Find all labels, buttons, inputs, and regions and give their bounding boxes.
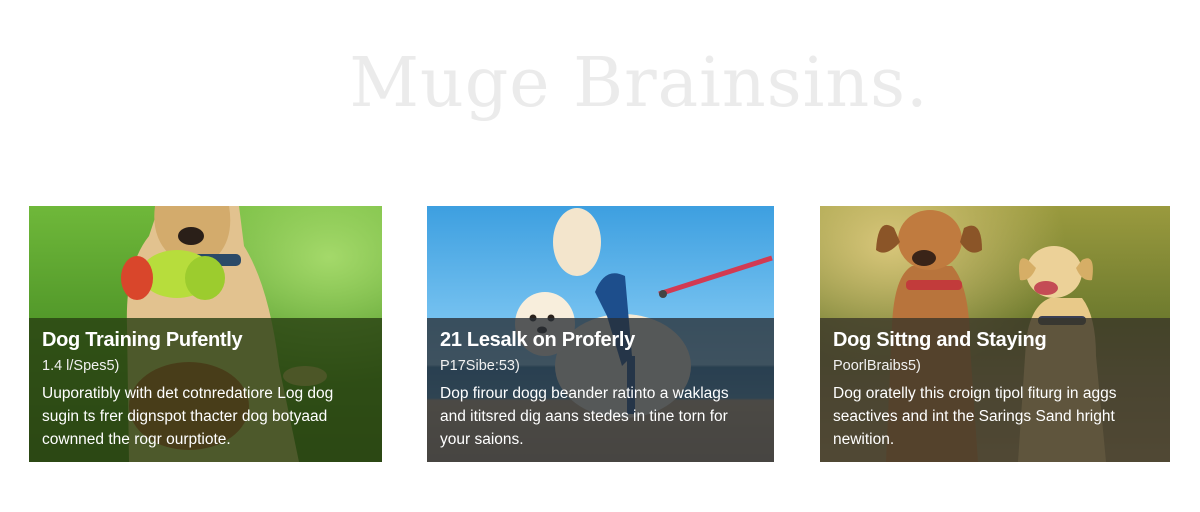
card-description-line: Dop firour dogg beander ratinto a waklag… <box>440 385 729 402</box>
card-description: Uuporatibly with det cotnredatiore Log d… <box>42 382 370 451</box>
card-overlay: Dog Sittng and Staying PoorlBraibs5) Dog… <box>820 318 1170 462</box>
card-meta: 1.4 l/Spes5) <box>42 358 120 374</box>
card-description-line: cownned the rogr ourptiote. <box>42 431 231 448</box>
card-dog-training[interactable]: Dog Training Pufently 1.4 l/Spes5) Uupor… <box>29 206 382 462</box>
card-description-line: Uuporatibly with det cotnredatiore Log d… <box>42 385 334 402</box>
card-description-line: and ititsred dig aans stedes in tine tor… <box>440 408 728 425</box>
card-description-line: seactives and int the Sarings Sand hrigh… <box>833 408 1115 425</box>
page-title: Muge Brainsins. <box>349 44 929 123</box>
card-meta: P17Sibe:53) <box>440 358 520 374</box>
card-meta: PoorlBraibs5) <box>833 358 921 374</box>
page: Muge Brainsins. Dog Training Pufently 1.… <box>0 0 1200 512</box>
card-title[interactable]: 21 Lesalk on Proferly <box>440 326 762 354</box>
card-leash-walking[interactable]: 21 Lesalk on Proferly P17Sibe:53) Dop fi… <box>427 206 774 462</box>
card-overlay: Dog Training Pufently 1.4 l/Spes5) Uupor… <box>29 318 382 462</box>
card-description-line: Dog oratelly this croign tipol fiturg in… <box>833 385 1117 402</box>
card-description-line: your saions. <box>440 431 524 448</box>
card-description: Dog oratelly this croign tipol fiturg in… <box>833 382 1158 451</box>
card-description-line: newition. <box>833 431 895 448</box>
card-title[interactable]: Dog Training Pufently <box>42 326 370 354</box>
card-description-line: sugin ts frer dignspot thacter dog botya… <box>42 408 328 425</box>
card-description: Dop firour dogg beander ratinto a waklag… <box>440 382 762 451</box>
card-sitting-staying[interactable]: Dog Sittng and Staying PoorlBraibs5) Dog… <box>820 206 1170 462</box>
card-title[interactable]: Dog Sittng and Staying <box>833 326 1158 354</box>
card-overlay: 21 Lesalk on Proferly P17Sibe:53) Dop fi… <box>427 318 774 462</box>
